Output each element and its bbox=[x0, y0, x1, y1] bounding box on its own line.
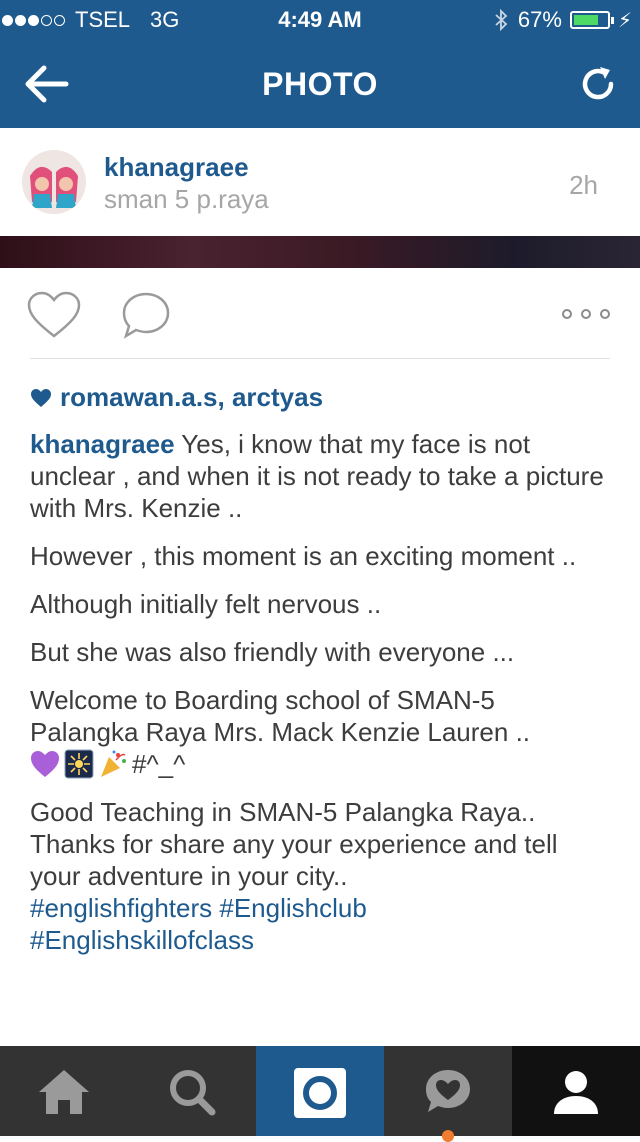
notification-dot bbox=[442, 1130, 454, 1142]
hashtag[interactable]: #Englishskillofclass bbox=[30, 925, 254, 955]
filled-heart-icon bbox=[31, 388, 51, 407]
tab-home[interactable] bbox=[0, 1046, 128, 1136]
search-icon bbox=[170, 1070, 216, 1116]
refresh-icon[interactable] bbox=[578, 64, 618, 104]
purple-heart-emoji bbox=[31, 751, 59, 777]
activity-icon bbox=[426, 1070, 470, 1112]
bluetooth-icon bbox=[495, 9, 508, 31]
page-title: PHOTO bbox=[262, 66, 378, 102]
post-photo[interactable] bbox=[0, 236, 640, 268]
caption-emoticon: #^_^ bbox=[132, 749, 186, 779]
caption-paragraph: However , this moment is an exciting mom… bbox=[30, 541, 577, 571]
caption-paragraph: But she was also friendly with everyone … bbox=[30, 637, 515, 667]
caption-paragraph: Good Teaching in SMAN-5 Palangka Raya.. … bbox=[30, 797, 558, 891]
post-location[interactable]: sman 5 p.raya bbox=[104, 184, 269, 215]
post-username[interactable]: khanagraee bbox=[104, 152, 249, 183]
status-bar: TSEL 3G 4:49 AM 67% ⚡ bbox=[0, 0, 640, 40]
comment-bubble-icon[interactable] bbox=[120, 290, 172, 340]
top-bar: TSEL 3G 4:49 AM 67% ⚡ PHOTO bbox=[0, 0, 640, 128]
post-actions bbox=[0, 268, 640, 360]
battery-percent: 67% bbox=[517, 7, 562, 32]
tab-search[interactable] bbox=[128, 1046, 256, 1136]
tab-camera[interactable] bbox=[256, 1046, 384, 1136]
caption-paragraph: Welcome to Boarding school of SMAN-5 Pal… bbox=[30, 685, 531, 747]
caption-paragraph: Although initially felt nervous .. bbox=[30, 589, 382, 619]
fireworks-emoji bbox=[64, 749, 94, 779]
likes-users[interactable]: romawan.a.s, arctyas bbox=[60, 382, 323, 413]
like-heart-icon[interactable] bbox=[26, 290, 82, 340]
tab-activity[interactable] bbox=[384, 1046, 512, 1142]
caption-author[interactable]: khanagraee bbox=[30, 429, 175, 459]
post-header: khanagraee sman 5 p.raya 2h bbox=[0, 128, 640, 236]
divider bbox=[30, 358, 610, 359]
tab-profile[interactable] bbox=[512, 1046, 640, 1136]
nav-bar: PHOTO bbox=[0, 40, 640, 128]
battery-icon bbox=[569, 11, 614, 29]
more-options-icon[interactable] bbox=[562, 304, 610, 324]
charging-icon: ⚡ bbox=[617, 9, 632, 32]
bottom-tab-bar bbox=[0, 1046, 640, 1142]
camera-icon bbox=[294, 1068, 346, 1118]
party-popper-emoji bbox=[101, 750, 126, 777]
home-icon bbox=[39, 1070, 89, 1114]
avatar[interactable] bbox=[22, 150, 86, 214]
likes-row[interactable]: romawan.a.s, arctyas bbox=[30, 382, 323, 413]
hashtag[interactable]: #englishfighters bbox=[30, 893, 212, 923]
hashtag[interactable]: #Englishclub bbox=[219, 893, 366, 923]
post-time: 2h bbox=[569, 170, 598, 200]
post-caption: khanagraee Yes, i know that my face is n… bbox=[30, 428, 610, 972]
profile-icon bbox=[554, 1071, 598, 1114]
